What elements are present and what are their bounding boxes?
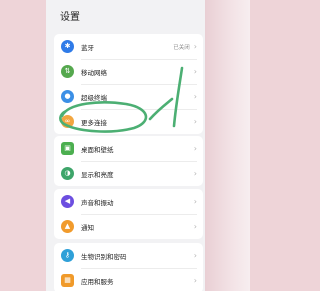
notification-icon: ▲ — [61, 220, 74, 233]
settings-item-label: 超级终端 — [81, 93, 107, 102]
sound-icon: ◀ — [61, 195, 74, 208]
super-terminal-icon: ● — [61, 90, 74, 103]
settings-item-label: 蓝牙 — [81, 43, 94, 52]
mobile-network-icon: ⇅ — [61, 65, 74, 78]
bluetooth-status: 已关闭 — [173, 44, 190, 51]
settings-item-apps[interactable]: ▦ 应用和服务 › — [54, 268, 203, 291]
chevron-right-icon: › — [193, 168, 197, 178]
settings-item-label: 移动网络 — [81, 68, 107, 77]
settings-item-biometrics[interactable]: ⚷ 生物识别和密码 › — [54, 243, 203, 268]
more-connections-icon: ∞ — [61, 115, 74, 128]
bluetooth-icon: ✱ — [61, 40, 74, 53]
chevron-right-icon: › — [193, 143, 197, 153]
settings-item-wallpaper[interactable]: ▣ 桌面和壁纸 › — [54, 136, 203, 161]
settings-item-label: 更多连接 — [81, 118, 107, 127]
apps-icon: ▦ — [61, 274, 74, 287]
settings-item-label: 桌面和壁纸 — [81, 145, 114, 154]
chevron-right-icon: › — [193, 221, 197, 231]
settings-item-notification[interactable]: ▲ 通知 › — [54, 214, 203, 239]
chevron-right-icon: › — [193, 41, 197, 51]
settings-item-label: 生物识别和密码 — [81, 252, 127, 261]
settings-item-label: 应用和服务 — [81, 277, 114, 286]
wallpaper-icon: ▣ — [61, 142, 74, 155]
chevron-right-icon: › — [193, 91, 197, 101]
page-title: 设置 — [60, 12, 80, 23]
settings-screen: 设置 ✱ 蓝牙 已关闭 › ⇅ 移动网络 › ● 超级终端 › ∞ 更多连接 ›… — [46, 0, 205, 291]
chevron-right-icon: › — [193, 275, 197, 285]
chevron-right-icon: › — [193, 250, 197, 260]
settings-item-more-connections[interactable]: ∞ 更多连接 › — [54, 109, 203, 134]
settings-item-mobile-network[interactable]: ⇅ 移动网络 › — [54, 59, 203, 84]
settings-item-label: 声音和振动 — [81, 198, 114, 207]
security-card: ⚷ 生物识别和密码 › ▦ 应用和服务 › — [54, 243, 203, 291]
background-edge — [205, 0, 250, 291]
settings-item-label: 显示和亮度 — [81, 170, 114, 179]
settings-item-sound[interactable]: ◀ 声音和振动 › — [54, 189, 203, 214]
connectivity-card: ✱ 蓝牙 已关闭 › ⇅ 移动网络 › ● 超级终端 › ∞ 更多连接 › — [54, 34, 203, 134]
chevron-right-icon: › — [193, 196, 197, 206]
chevron-right-icon: › — [193, 116, 197, 126]
chevron-right-icon: › — [193, 66, 197, 76]
sound-card: ◀ 声音和振动 › ▲ 通知 › — [54, 189, 203, 239]
display-card: ▣ 桌面和壁纸 › ◑ 显示和亮度 › — [54, 136, 203, 186]
settings-item-bluetooth[interactable]: ✱ 蓝牙 已关闭 › — [54, 34, 203, 59]
settings-item-label: 通知 — [81, 223, 94, 232]
settings-item-super-terminal[interactable]: ● 超级终端 › — [54, 84, 203, 109]
key-icon: ⚷ — [61, 249, 74, 262]
display-icon: ◑ — [61, 167, 74, 180]
settings-item-display[interactable]: ◑ 显示和亮度 › — [54, 161, 203, 186]
